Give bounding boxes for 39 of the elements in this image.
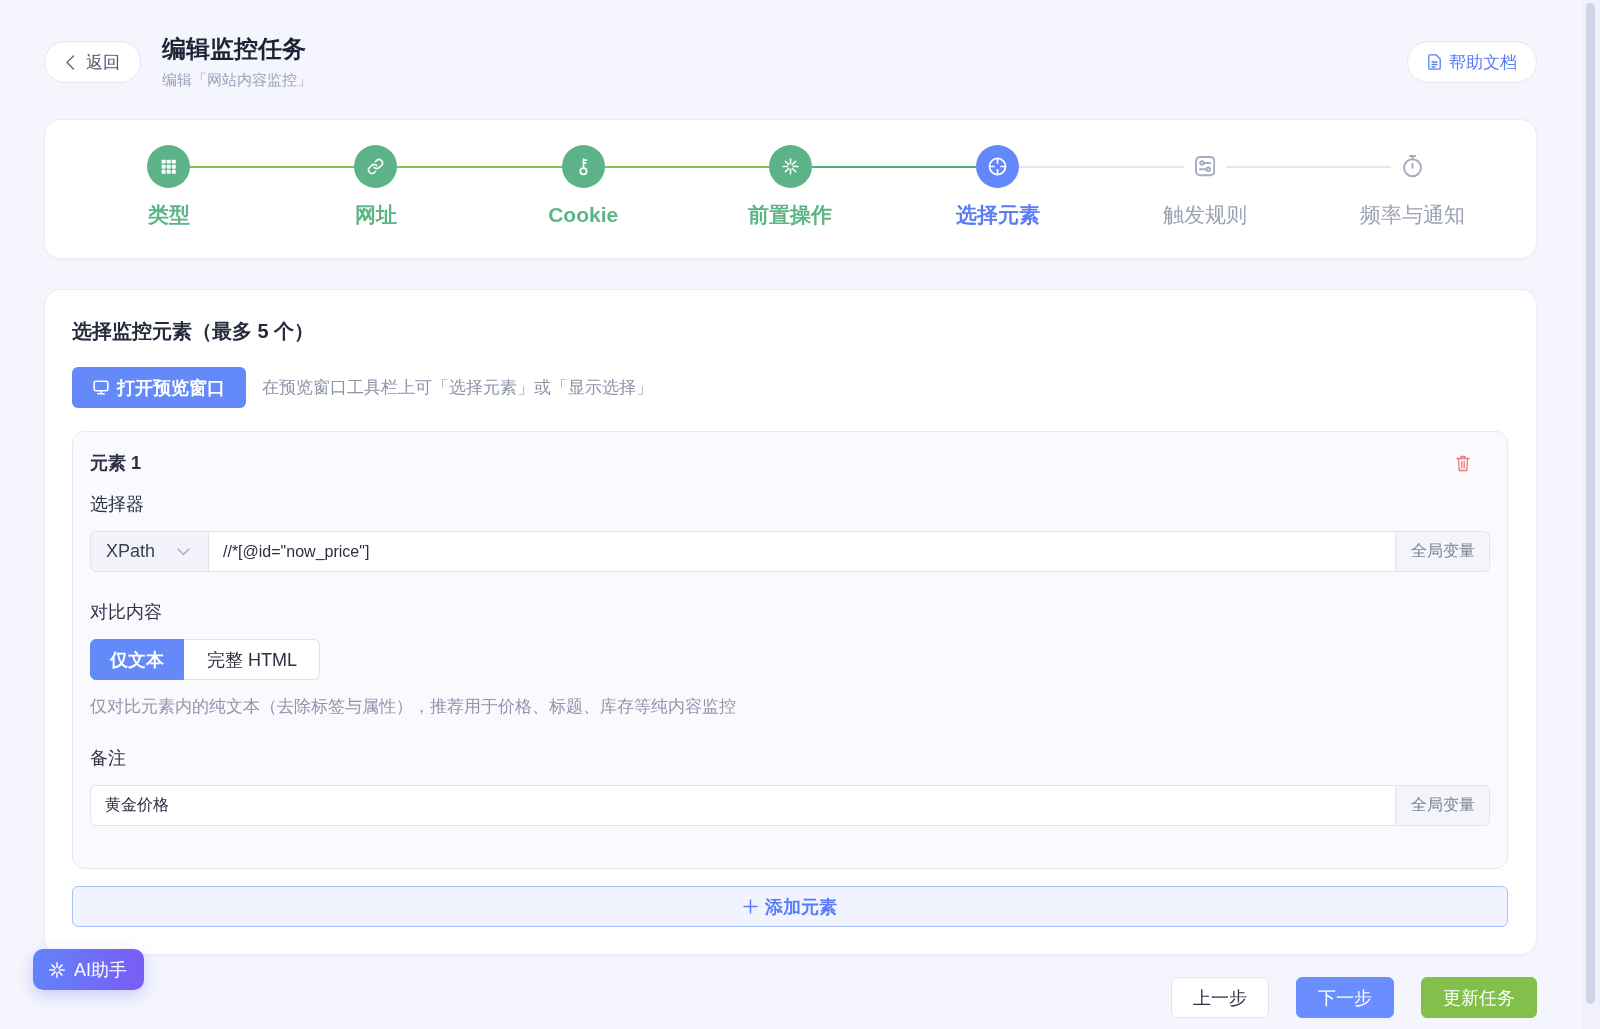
ai-assistant-button[interactable]: AI助手 xyxy=(33,949,144,990)
step-label: 选择元素 xyxy=(955,202,1040,228)
step-label: 类型 xyxy=(147,202,190,228)
footer-button[interactable]: 更新任务 xyxy=(1421,977,1537,1018)
selector-type-dropdown[interactable]: XPath xyxy=(90,531,209,572)
selector-input[interactable]: //*[@id="now_price"] xyxy=(209,531,1396,572)
field-label: 对比内容 xyxy=(90,601,162,624)
step-label: Cookie xyxy=(548,202,619,228)
field-label: 备注 xyxy=(90,747,126,770)
preview-hint: 在预览窗口工具栏上可「选择元素」或「显示选择」 xyxy=(262,376,653,399)
scrollbar-thumb[interactable] xyxy=(1586,3,1595,1004)
segment-option[interactable]: 仅文本 xyxy=(90,639,184,680)
caret-icon xyxy=(177,547,190,556)
element-title: 元素 1 xyxy=(90,452,141,475)
add-element-button[interactable]: 添加元素 xyxy=(72,886,1508,927)
trash-icon[interactable] xyxy=(1456,454,1470,472)
step-label: 网址 xyxy=(354,202,397,228)
help-text: 仅对比元素内的纯文本（去除标签与属性），推荐用于价格、标题、库存等纯内容监控 xyxy=(90,696,736,718)
step-label: 触发规则 xyxy=(1163,202,1248,228)
step-label: 频率与通知 xyxy=(1359,202,1465,228)
note-input[interactable]: 黄金价格 xyxy=(90,785,1396,826)
monitor-icon xyxy=(93,380,109,395)
back-button[interactable]: 返回 xyxy=(44,41,141,83)
open-preview-button[interactable]: 打开预览窗口 xyxy=(72,367,246,408)
global-variable-button[interactable]: 全局变量 xyxy=(1396,785,1490,826)
field-label: 选择器 xyxy=(90,493,144,516)
section-title: 选择监控元素（最多 5 个） xyxy=(72,319,315,344)
segment-option[interactable]: 完整 HTML xyxy=(184,639,320,680)
step-label: 前置操作 xyxy=(748,202,833,228)
sparkle-icon xyxy=(49,961,65,978)
footer-button[interactable]: 上一步 xyxy=(1171,977,1269,1018)
page-subtitle: 编辑「网站内容监控」 xyxy=(162,70,312,90)
page-title: 编辑监控任务 xyxy=(162,34,306,64)
help-docs-button[interactable]: 帮助文档 xyxy=(1407,41,1537,83)
document-icon xyxy=(1428,54,1441,70)
global-variable-button[interactable]: 全局变量 xyxy=(1396,531,1490,572)
plus-icon xyxy=(743,899,758,914)
chevron-left-icon xyxy=(66,54,75,70)
footer-button[interactable]: 下一步 xyxy=(1296,977,1394,1018)
